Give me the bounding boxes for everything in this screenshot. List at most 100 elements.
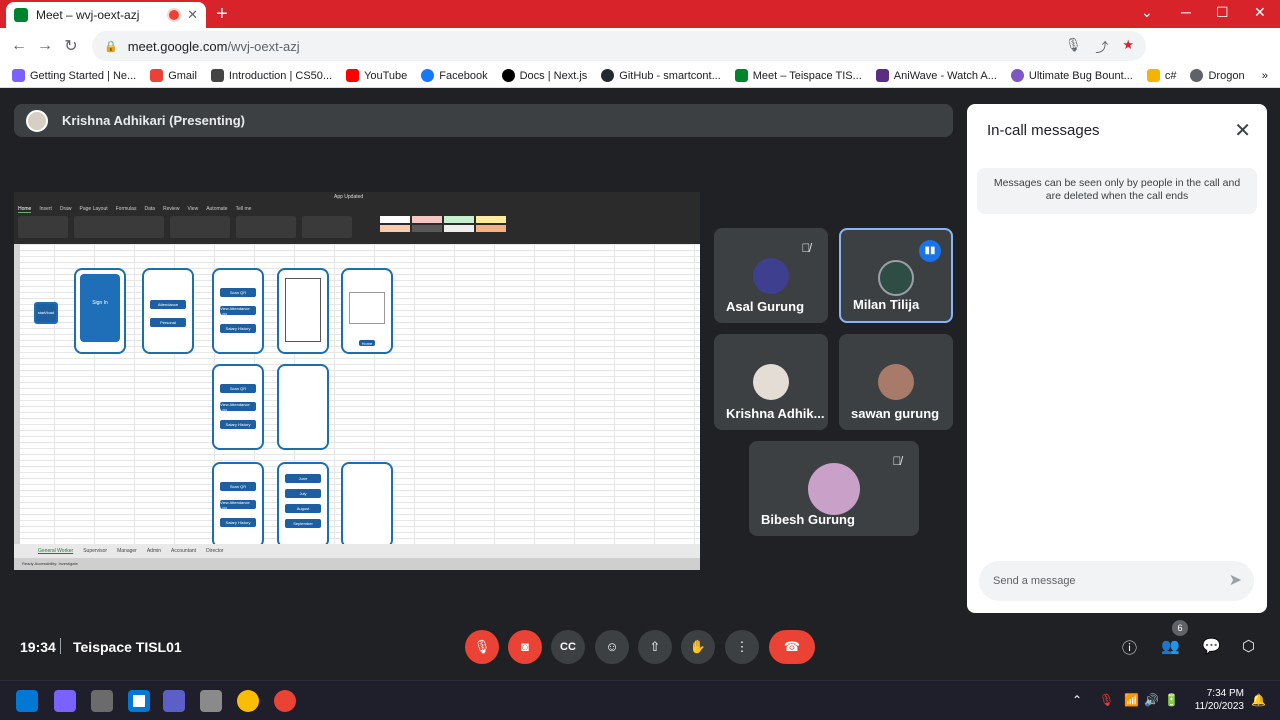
new-tab-button[interactable]: + <box>216 4 228 24</box>
bookmark-item[interactable]: YouTube <box>346 69 407 82</box>
ribbon-tab: Formulas <box>115 206 137 212</box>
facebook-icon <box>421 69 435 82</box>
more-options-button[interactable]: ⋮ <box>725 630 759 664</box>
wireframe-payslip <box>341 462 393 548</box>
cs50-icon <box>210 69 224 82</box>
people-icon[interactable]: 👥 <box>1161 637 1180 655</box>
participant-tile[interactable]: 🎙̸ Bibesh Gurung <box>749 441 919 536</box>
maximize-button[interactable]: ☐ <box>1216 4 1229 21</box>
view-log-button: View Attendance Log <box>220 306 256 316</box>
cell-styles-gallery <box>380 216 506 232</box>
people-count-badge: 6 <box>1172 620 1188 636</box>
clock-time: 7:34 PM <box>1206 688 1244 699</box>
chrome-icon[interactable] <box>237 690 259 712</box>
participant-avatar <box>753 258 789 294</box>
scan-qr-button: Scan QR <box>220 288 256 297</box>
microphone-icon[interactable]: 🎙 <box>1065 37 1082 56</box>
participant-tile[interactable]: 🎙̸ Asal Gurung <box>714 228 828 323</box>
scan-qr-button: Scan QR <box>220 384 256 393</box>
widgets-icon[interactable] <box>128 690 150 712</box>
shared-screen[interactable]: App Updated Home Insert Draw Page Layout… <box>14 192 700 570</box>
meeting-name: Teispace TISL01 <box>73 639 182 655</box>
wifi-icon[interactable]: 📶 <box>1124 693 1139 707</box>
taskbar-clock[interactable]: 7:34 PM 11/20/2023 <box>1195 687 1244 713</box>
teams-icon[interactable] <box>163 690 185 712</box>
windows-taskbar: ⌃ 🎙 📶 🔊 🔋 7:34 PM 11/20/2023 🔔 <box>0 680 1280 720</box>
personal-button: Personal <box>150 318 186 327</box>
month-button: August <box>285 504 321 513</box>
view-log-button: View Attendance Log <box>220 402 256 412</box>
forward-icon[interactable]: → <box>32 37 58 55</box>
bookmark-item[interactable]: Getting Started | Ne... <box>12 69 136 82</box>
youtube-icon <box>346 69 360 82</box>
send-icon[interactable]: ➤ <box>1229 561 1242 601</box>
bookmark-item[interactable]: Ultimate Bug Bount... <box>1010 69 1133 82</box>
minimize-button[interactable]: ─ <box>1181 4 1191 20</box>
bookmark-favicon-icon <box>12 69 25 82</box>
close-panel-icon[interactable]: ✕ <box>1234 118 1251 143</box>
ribbon-tab: Automate <box>206 206 228 212</box>
signin-label: Sign In <box>80 274 120 342</box>
meet-controls-bar: 19:34 Teispace TISL01 🎙 ◙ CC ☺ ⇧ ✋ ⋮ ☎ ⓘ… <box>0 608 1280 680</box>
speaking-indicator-icon: ▮▮ <box>919 240 941 262</box>
meeting-info-icon[interactable]: ⓘ <box>1122 637 1137 658</box>
excel-status-bar: Ready Accessibility: Investigate <box>14 558 700 570</box>
back-icon[interactable]: ← <box>6 37 32 55</box>
windows-start-icon[interactable] <box>16 690 38 712</box>
wireframe-menu: Attendance Personal <box>142 268 194 354</box>
present-screen-button[interactable]: ⇧ <box>638 630 672 664</box>
ribbon-tab: View <box>187 206 199 212</box>
bookmark-item[interactable]: c# <box>1146 69 1176 82</box>
tab-search-icon[interactable]: ⌄ <box>1141 4 1153 21</box>
wireframe-months: June July August September <box>277 462 329 548</box>
notification-bell-icon[interactable]: 🔔 <box>1251 693 1266 707</box>
sheet-tab: Accountant <box>171 548 197 554</box>
participant-tile[interactable]: sawan gurung <box>839 334 953 430</box>
close-window-button[interactable]: ✕ <box>1254 4 1266 21</box>
participant-tile[interactable]: ▮▮ Milan Tilija <box>839 228 953 323</box>
raise-hand-button[interactable]: ✋ <box>681 630 715 664</box>
browser-tab-meet[interactable]: Meet – wvj-oext-azj ✕ <box>6 2 206 28</box>
bookmark-star-icon[interactable]: ★ <box>1122 37 1134 56</box>
emoji-reaction-button[interactable]: ☺ <box>595 630 629 664</box>
participant-name: Krishna Adhik... <box>726 406 825 421</box>
task-view-icon[interactable] <box>91 690 113 712</box>
presenter-avatar <box>26 109 48 132</box>
share-icon[interactable]: ⤴ <box>1095 37 1108 56</box>
bookmark-item[interactable]: Meet – Teispace TIS... <box>734 69 862 82</box>
message-input[interactable]: Send a message ➤ <box>979 561 1254 601</box>
url-bar[interactable]: 🔒 meet.google.com/wvj-oext-azj 🎙 ⤴ ★ <box>92 31 1146 61</box>
bookmark-item[interactable]: GitHub - smartcont... <box>601 69 721 82</box>
mic-off-icon: 🎙̸ <box>801 241 811 255</box>
captions-button[interactable]: CC <box>551 630 585 664</box>
participant-tile[interactable]: Krishna Adhik... <box>714 334 828 430</box>
close-tab-icon[interactable]: ✕ <box>187 7 198 23</box>
salary-history-button: Salary History <box>220 518 256 527</box>
bookmark-item[interactable]: Gmail <box>150 69 197 82</box>
participant-avatar <box>878 260 914 296</box>
reload-icon[interactable]: ↻ <box>58 36 84 56</box>
microphone-toggle-button[interactable]: 🎙 <box>465 630 499 664</box>
bookmark-item[interactable]: Introduction | CS50... <box>210 69 332 82</box>
bookmark-item[interactable]: Facebook <box>421 69 488 82</box>
bookmark-item[interactable]: Docs | Next.js <box>501 69 587 82</box>
tab-title: Meet – wvj-oext-azj <box>36 8 140 22</box>
chat-icon[interactable]: 💬 <box>1202 637 1221 655</box>
activities-icon[interactable]: ⬡ <box>1242 637 1255 655</box>
tray-overflow-icon[interactable]: ⌃ <box>1072 693 1082 707</box>
bookmark-item[interactable]: Drogon <box>1190 69 1245 82</box>
camera-toggle-button[interactable]: ◙ <box>508 630 542 664</box>
browser-titlebar: Meet – wvj-oext-azj ✕ + ⌄ ─ ☐ ✕ <box>0 0 1280 28</box>
leave-call-button[interactable]: ☎ <box>769 630 815 664</box>
panel-title: In-call messages <box>987 122 1100 139</box>
tray-microphone-icon[interactable]: 🎙 <box>1099 693 1114 707</box>
bookmark-item[interactable]: AniWave - Watch A... <box>875 69 997 82</box>
copilot-icon[interactable] <box>54 690 76 712</box>
more-bookmarks-icon[interactable]: » <box>1262 70 1280 82</box>
app-icon[interactable] <box>200 690 222 712</box>
chrome-active-icon[interactable] <box>274 690 296 712</box>
battery-icon[interactable]: 🔋 <box>1164 693 1179 707</box>
globe-icon <box>1190 69 1204 82</box>
url-host: meet.google.com <box>127 38 228 54</box>
volume-icon[interactable]: 🔊 <box>1144 693 1159 707</box>
